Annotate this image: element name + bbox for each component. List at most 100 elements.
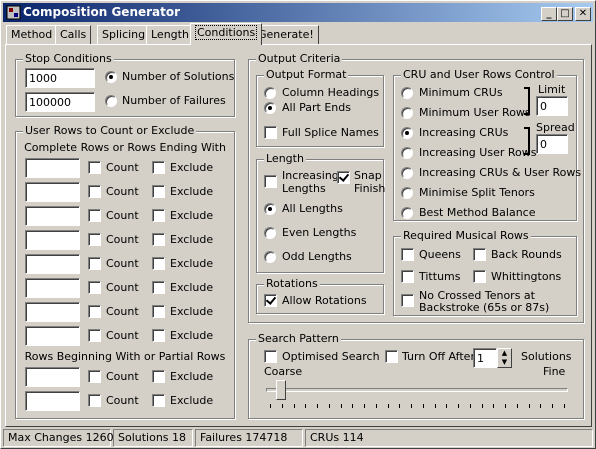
- increasing-lengths-checkbox[interactable]: [264, 175, 277, 188]
- exclude-checkbox[interactable]: [152, 233, 165, 246]
- exclude-checkbox[interactable]: [152, 257, 165, 270]
- app-window: Composition Generator _ □ ✕ Method Calls…: [0, 0, 596, 449]
- complete-row-input[interactable]: [25, 158, 80, 178]
- tab-calls[interactable]: Calls: [55, 25, 92, 44]
- radio-label: Even Lengths: [282, 226, 357, 239]
- full-splice-names-checkbox[interactable]: [264, 126, 277, 139]
- count-checkbox[interactable]: [88, 394, 101, 407]
- cru-option-radio[interactable]: [401, 167, 413, 179]
- checkbox-label: Backstroke (65s or 87s): [419, 301, 550, 314]
- all-part-ends-radio[interactable]: [264, 102, 276, 114]
- complete-row-input[interactable]: [25, 182, 80, 202]
- search-pattern-slider-track[interactable]: [266, 388, 568, 392]
- column-headings-radio[interactable]: [264, 87, 276, 99]
- optimised-search-checkbox[interactable]: [264, 350, 277, 363]
- slider-tick: [352, 404, 354, 408]
- cru-option-radio[interactable]: [401, 207, 413, 219]
- slider-tick: [293, 404, 295, 408]
- number-of-failures-radio[interactable]: [105, 95, 117, 107]
- tab-label: Splicing: [102, 28, 146, 41]
- slider-tick: [340, 404, 342, 408]
- exclude-checkbox[interactable]: [152, 209, 165, 222]
- count-checkbox[interactable]: [88, 257, 101, 270]
- odd-lengths-radio[interactable]: [264, 251, 276, 263]
- radio-label: Increasing CRUs: [419, 126, 509, 139]
- count-checkbox[interactable]: [88, 281, 101, 294]
- exclude-checkbox[interactable]: [152, 185, 165, 198]
- complete-row-input[interactable]: [25, 230, 80, 250]
- complete-row-input[interactable]: [25, 326, 80, 346]
- turn-off-after-spinner[interactable]: ▲ ▼: [497, 348, 512, 368]
- count-label: Count: [106, 185, 139, 198]
- partial-rows-header: Rows Beginning With or Partial Rows: [24, 350, 226, 363]
- complete-row-input[interactable]: [25, 278, 80, 298]
- count-checkbox[interactable]: [88, 233, 101, 246]
- even-lengths-radio[interactable]: [264, 227, 276, 239]
- count-checkbox[interactable]: [88, 329, 101, 342]
- partial-row-input[interactable]: [25, 391, 80, 411]
- count-checkbox[interactable]: [88, 161, 101, 174]
- tab-length[interactable]: Length: [146, 25, 194, 44]
- radio-label: Minimum CRUs: [419, 86, 503, 99]
- all-lengths-radio[interactable]: [264, 203, 276, 215]
- cru-option-radio[interactable]: [401, 87, 413, 99]
- slider-tick: [317, 404, 319, 408]
- exclude-checkbox[interactable]: [152, 161, 165, 174]
- search-pattern-slider-thumb[interactable]: [276, 380, 287, 400]
- minimize-button[interactable]: _: [541, 7, 557, 21]
- cru-option-radio[interactable]: [401, 127, 413, 139]
- title-bar[interactable]: Composition Generator _ □ ✕: [3, 3, 593, 22]
- status-max-changes: Max Changes 1260: [3, 429, 114, 447]
- tittums-checkbox[interactable]: [401, 270, 414, 283]
- tab-method[interactable]: Method: [6, 25, 58, 44]
- allow-rotations-checkbox[interactable]: [264, 294, 277, 307]
- no-crossed-tenors-checkbox[interactable]: [401, 294, 414, 307]
- cru-option-radio[interactable]: [401, 187, 413, 199]
- solutions-label: Solutions: [521, 350, 572, 363]
- partial-row-input[interactable]: [25, 367, 80, 387]
- spin-up-icon[interactable]: ▲: [498, 349, 511, 358]
- limit-input[interactable]: [536, 96, 568, 116]
- exclude-label: Exclude: [170, 305, 214, 318]
- coarse-label: Coarse: [264, 365, 303, 378]
- radio-label: Increasing CRUs & User Rows: [419, 166, 582, 179]
- checkbox-label: Whittingtons: [491, 270, 562, 283]
- spin-down-icon[interactable]: ▼: [498, 358, 511, 367]
- exclude-checkbox[interactable]: [152, 370, 165, 383]
- number-of-solutions-radio[interactable]: [105, 71, 117, 83]
- exclude-checkbox[interactable]: [152, 281, 165, 294]
- slider-tick: [434, 404, 436, 408]
- tab-splicing[interactable]: Splicing: [97, 25, 151, 44]
- whittingtons-checkbox[interactable]: [473, 270, 486, 283]
- group-legend: User Rows to Count or Exclude: [23, 124, 197, 137]
- count-checkbox[interactable]: [88, 185, 101, 198]
- snap-finish-checkbox[interactable]: [337, 171, 350, 184]
- cru-option-radio[interactable]: [401, 107, 413, 119]
- status-bar: Max Changes 1260 Solutions 18 Failures 1…: [3, 429, 593, 447]
- cru-option-radio[interactable]: [401, 147, 413, 159]
- slider-tick: [528, 404, 530, 408]
- complete-row-input[interactable]: [25, 254, 80, 274]
- exclude-checkbox[interactable]: [152, 305, 165, 318]
- group-legend: Output Format: [264, 68, 349, 81]
- count-checkbox[interactable]: [88, 209, 101, 222]
- close-button[interactable]: ✕: [575, 7, 591, 21]
- turn-off-after-checkbox[interactable]: [385, 350, 398, 363]
- exclude-checkbox[interactable]: [152, 394, 165, 407]
- back-rounds-checkbox[interactable]: [473, 248, 486, 261]
- complete-row-input[interactable]: [25, 206, 80, 226]
- group-legend: Rotations: [264, 277, 320, 290]
- tab-generate[interactable]: Generate!: [253, 25, 319, 44]
- slider-tick: [458, 404, 460, 408]
- count-checkbox[interactable]: [88, 370, 101, 383]
- queens-checkbox[interactable]: [401, 248, 414, 261]
- turn-off-after-input[interactable]: [473, 348, 497, 368]
- count-checkbox[interactable]: [88, 305, 101, 318]
- spread-input[interactable]: [536, 134, 568, 154]
- tab-conditions[interactable]: Conditions: [190, 23, 263, 45]
- complete-row-input[interactable]: [25, 302, 80, 322]
- exclude-checkbox[interactable]: [152, 329, 165, 342]
- failures-limit-input[interactable]: [25, 92, 95, 112]
- solutions-limit-input[interactable]: [25, 68, 95, 88]
- maximize-button[interactable]: □: [557, 7, 573, 21]
